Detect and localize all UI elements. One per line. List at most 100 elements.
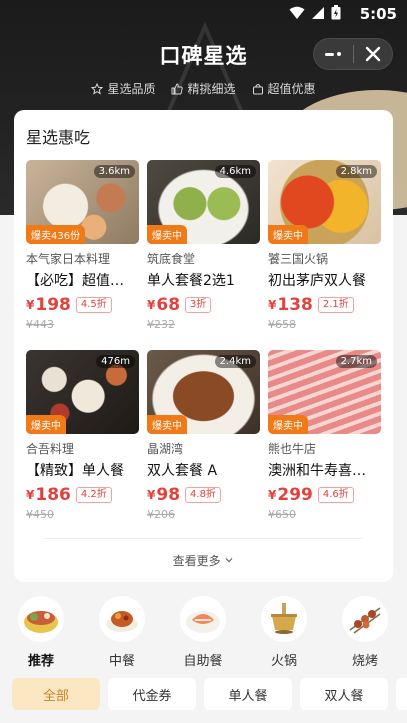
shop-name: 晶湖湾 xyxy=(147,442,184,456)
category-recommended[interactable]: 推荐 xyxy=(2,592,80,670)
status-bar: 5:05 xyxy=(0,0,407,28)
status-time: 5:05 xyxy=(359,5,397,23)
category-label: 中餐 xyxy=(108,654,135,669)
category-bar: 推荐 中餐 自助餐 火锅 烧烤 xyxy=(0,592,407,670)
chip-more[interactable] xyxy=(396,678,407,710)
skewer-icon xyxy=(342,596,388,642)
distance-badge: 2.4km xyxy=(214,355,256,368)
deal-image: 2.7km 爆卖中 xyxy=(268,350,381,434)
currency-symbol: ¥ xyxy=(147,488,156,502)
shop-name: 本气家日本料理 xyxy=(26,252,111,266)
deal-item[interactable]: 2.4km 爆卖中 晶湖湾 双人套餐 A ¥ 98 4.8折 ¥206 xyxy=(147,350,260,532)
deal-item[interactable]: 476m 爆卖中 合吾料理 【精致】单人餐 ¥ 186 4.2折 ¥450 xyxy=(26,350,139,532)
price-row: ¥ 299 4.6折 xyxy=(268,484,381,506)
category-buffet[interactable]: 自助餐 xyxy=(164,592,242,670)
tag-quality: 星选品质 xyxy=(91,80,155,97)
more-button[interactable] xyxy=(314,52,353,56)
chip-single-meal[interactable]: 单人餐 xyxy=(204,678,292,710)
chevron-down-icon xyxy=(224,554,234,568)
deal-name: 【必吃】超值… xyxy=(26,273,124,289)
deal-image: 2.4km 爆卖中 xyxy=(147,350,260,434)
star-icon xyxy=(91,82,104,95)
original-price: ¥658 xyxy=(268,318,296,331)
price-row: ¥ 98 4.8折 xyxy=(147,484,260,506)
chip-double-meal[interactable]: 双人餐 xyxy=(300,678,388,710)
currency-symbol: ¥ xyxy=(26,298,35,312)
discount-badge: 4.5折 xyxy=(75,297,112,313)
close-button[interactable] xyxy=(354,46,393,62)
salad-bowl-icon xyxy=(18,596,64,642)
category-label: 推荐 xyxy=(27,654,54,669)
original-price: ¥650 xyxy=(268,508,296,521)
distance-badge: 3.6km xyxy=(93,165,135,178)
miniapp-capsule xyxy=(313,38,393,70)
deal-price: 68 xyxy=(156,295,181,315)
section-title: 星选惠吃 xyxy=(26,128,91,147)
chip-voucher[interactable]: 代金券 xyxy=(108,678,196,710)
category-label: 火锅 xyxy=(270,654,297,669)
deal-image: 4.6km 爆卖中 xyxy=(147,160,260,244)
tag-selected: 精挑细选 xyxy=(171,80,236,97)
discount-badge: 3折 xyxy=(185,297,212,313)
deal-item[interactable]: 2.7km 爆卖中 熊也牛店 澳洲和牛寿喜… ¥ 299 4.6折 ¥650 xyxy=(268,350,381,532)
deal-name: 初出茅庐双人餐 xyxy=(268,273,366,289)
deal-price: 186 xyxy=(35,485,71,505)
deal-item[interactable]: 2.8km 爆卖中 饕三国火锅 初出茅庐双人餐 ¥ 138 2.1折 ¥658 xyxy=(268,160,381,342)
deals-grid: 3.6km 爆卖436份 本气家日本料理 【必吃】超值… ¥ 198 4.5折 … xyxy=(26,160,381,532)
buffet-plate-icon xyxy=(180,596,226,642)
deal-image: 2.8km 爆卖中 xyxy=(268,160,381,244)
original-price: ¥206 xyxy=(147,508,175,521)
tag-label: 超值优惠 xyxy=(267,82,316,96)
deal-name: 双人套餐 A xyxy=(147,463,218,479)
deal-name: 澳洲和牛寿喜… xyxy=(268,463,366,479)
deal-price: 299 xyxy=(277,485,313,505)
chinese-dish-icon xyxy=(99,596,145,642)
original-price: ¥232 xyxy=(147,318,175,331)
category-chinese[interactable]: 中餐 xyxy=(83,592,161,670)
see-more-link[interactable]: 查看更多 xyxy=(14,552,393,569)
hot-badge: 爆卖436份 xyxy=(26,225,86,244)
distance-badge: 4.6km xyxy=(214,165,256,178)
distance-badge: 2.8km xyxy=(335,165,377,178)
hot-badge: 爆卖中 xyxy=(26,415,66,434)
original-price: ¥450 xyxy=(26,508,54,521)
deal-price: 138 xyxy=(277,295,313,315)
distance-badge: 476m xyxy=(96,355,135,368)
hot-badge: 爆卖中 xyxy=(268,225,308,244)
original-price: ¥443 xyxy=(26,318,54,331)
shop-name: 合吾料理 xyxy=(26,442,75,456)
thumbs-up-icon xyxy=(171,82,184,94)
status-icons xyxy=(289,5,341,20)
price-row: ¥ 198 4.5折 xyxy=(26,294,139,316)
tag-label: 星选品质 xyxy=(107,82,156,96)
currency-symbol: ¥ xyxy=(147,298,156,312)
deal-item[interactable]: 4.6km 爆卖中 筑底食堂 单人套餐2选1 ¥ 68 3折 ¥232 xyxy=(147,160,260,342)
hot-badge: 爆卖中 xyxy=(268,415,308,434)
hotpot-icon xyxy=(261,596,307,642)
chip-all[interactable]: 全部 xyxy=(12,678,100,710)
signal-icon xyxy=(312,6,324,19)
tag-label: 精挑细选 xyxy=(187,82,236,96)
deal-item[interactable]: 3.6km 爆卖436份 本气家日本料理 【必吃】超值… ¥ 198 4.5折 … xyxy=(26,160,139,342)
hot-badge: 爆卖中 xyxy=(147,415,187,434)
discount-badge: 4.6折 xyxy=(317,487,354,503)
deal-name: 【精致】单人餐 xyxy=(26,463,124,479)
hot-badge: 爆卖中 xyxy=(147,225,187,244)
filter-chips: 全部 代金券 单人餐 双人餐 xyxy=(0,676,407,712)
currency-symbol: ¥ xyxy=(26,488,35,502)
feature-tags: 星选品质 精挑细选 超值优惠 xyxy=(0,80,407,97)
deal-price: 98 xyxy=(156,485,181,505)
divider xyxy=(44,538,363,539)
price-row: ¥ 186 4.2折 xyxy=(26,484,139,506)
deal-image: 3.6km 爆卖436份 xyxy=(26,160,139,244)
price-row: ¥ 138 2.1折 xyxy=(268,294,381,316)
shop-name: 筑底食堂 xyxy=(147,252,196,266)
deals-card: 星选惠吃 3.6km 爆卖436份 本气家日本料理 【必吃】超值… ¥ 198 … xyxy=(14,110,393,582)
currency-symbol: ¥ xyxy=(268,488,277,502)
price-row: ¥ 68 3折 xyxy=(147,294,260,316)
category-bbq[interactable]: 烧烤 xyxy=(326,592,404,670)
category-label: 自助餐 xyxy=(183,654,223,669)
category-label: 烧烤 xyxy=(351,654,378,669)
deal-image: 476m 爆卖中 xyxy=(26,350,139,434)
category-hotpot[interactable]: 火锅 xyxy=(245,592,323,670)
